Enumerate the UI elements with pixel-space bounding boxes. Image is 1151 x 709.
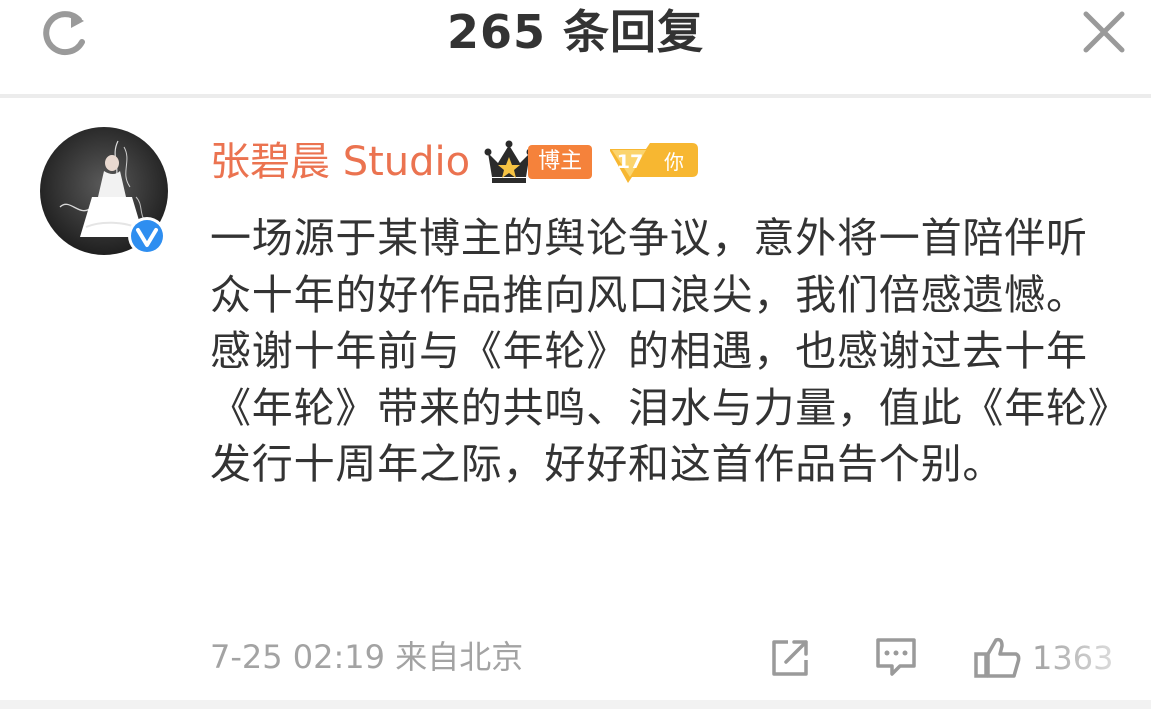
like-count: 1363 <box>1032 639 1114 677</box>
post-body: 一场源于某博主的舆论争议，意外将一首陪伴听众十年的好作品推向风口浪尖，我们倍感遗… <box>210 214 1110 489</box>
author-name[interactable]: 张碧晨 Studio <box>210 135 470 189</box>
verified-icon <box>128 217 166 255</box>
header-divider <box>0 94 1151 98</box>
top-bar: 265 条回复 <box>0 0 1151 94</box>
comment-icon <box>876 638 916 676</box>
crown-icon <box>484 140 534 183</box>
page-title: 265 条回复 <box>446 5 705 59</box>
close-button[interactable] <box>1078 6 1130 58</box>
bottom-band <box>0 700 1151 709</box>
like-button[interactable]: 1363 <box>972 632 1113 684</box>
author-row: 张碧晨 Studio 博主 17 你 <box>210 135 700 189</box>
thumbs-up-icon <box>974 637 1021 678</box>
level-badge: 17 你 <box>610 143 699 183</box>
level-number: 17 <box>617 151 643 173</box>
blogger-badge: 博主 <box>528 145 593 179</box>
post-meta: 7-25 02:19 来自北京 <box>210 638 524 676</box>
verified-badge <box>126 215 168 257</box>
repost-icon <box>772 640 808 676</box>
level-suffix: 你 <box>664 150 684 174</box>
repost-button[interactable] <box>768 632 812 684</box>
comment-button[interactable] <box>872 632 920 684</box>
comment-detail-screen: 265 条回复 张碧晨 Studio 博主 17 你 一场源于某博主的舆论争议，… <box>0 0 1151 709</box>
close-icon <box>1083 11 1125 53</box>
